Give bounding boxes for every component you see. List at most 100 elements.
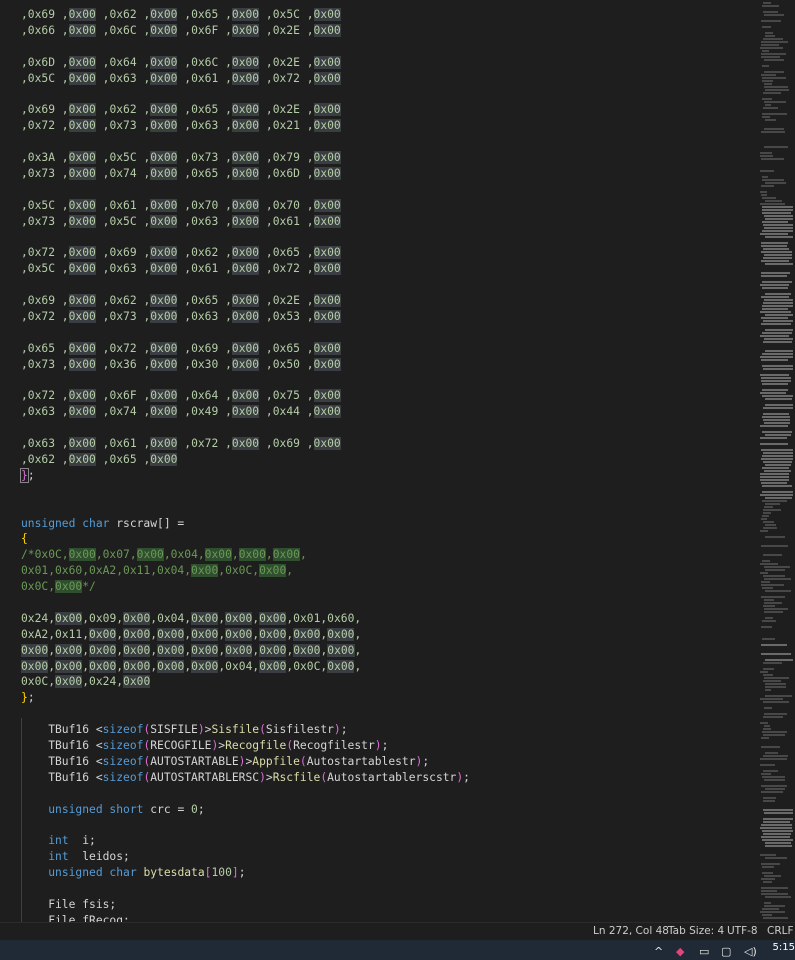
code-line[interactable]: int leidos; (21, 849, 470, 865)
hex-line[interactable]: ,0x5C ,0x00 ,0x61 ,0x00 ,0x70 ,0x00 ,0x7… (21, 198, 470, 214)
hex-line[interactable] (21, 372, 470, 388)
minimap-line (760, 479, 789, 481)
hex-line[interactable]: ,0x65 ,0x00 ,0x72 ,0x00 ,0x69 ,0x00 ,0x6… (21, 341, 470, 357)
hex-line[interactable] (21, 39, 470, 55)
comment-line[interactable]: /*0x0C,0x00,0x07,0x00,0x04,0x00,0x00,0x0… (21, 547, 470, 563)
code-line[interactable]: unsigned char bytesdata[100]; (21, 865, 470, 881)
hex-value: ,0x6F , (184, 23, 232, 37)
comment-line[interactable]: 0x0C,0x00*/ (21, 579, 470, 595)
code-line[interactable]: }; (21, 690, 470, 706)
hex-zero-highlight: 0x00 (68, 309, 96, 323)
array-token: 0x00 (191, 627, 219, 641)
blank-line[interactable] (21, 786, 470, 802)
hex-line[interactable]: ,0x62 ,0x00 ,0x65 ,0x00 (21, 452, 470, 468)
minimap-line (765, 689, 771, 691)
hex-line[interactable]: ,0x69 ,0x00 ,0x62 ,0x00 ,0x65 ,0x00 ,0x5… (21, 7, 470, 23)
clock[interactable]: 5:15 (773, 942, 795, 953)
blank-line[interactable] (21, 500, 470, 516)
hex-line[interactable] (21, 182, 470, 198)
identifier: File fRecog; (21, 913, 130, 922)
array-token: , (48, 643, 56, 657)
encoding-indicator[interactable]: UTF-8 (727, 925, 758, 937)
minimap-line (765, 503, 780, 505)
hex-line[interactable] (21, 325, 470, 341)
hex-value: ,0x62 , (21, 452, 69, 466)
hex-line[interactable]: ,0x73 ,0x00 ,0x5C ,0x00 ,0x63 ,0x00 ,0x6… (21, 214, 470, 230)
hex-line[interactable]: ,0x72 ,0x00 ,0x69 ,0x00 ,0x62 ,0x00 ,0x6… (21, 245, 470, 261)
tbuf-line[interactable]: TBuf16 <sizeof(AUTOSTARTABLERSC)>Rscfile… (21, 770, 470, 786)
comment-token: 0x00 (136, 548, 164, 562)
hex-line[interactable]: ,0x63 ,0x00 ,0x74 ,0x00 ,0x49 ,0x00 ,0x4… (21, 404, 470, 420)
app-tray-icon[interactable]: ◆ (676, 945, 684, 958)
tbuf-line[interactable]: TBuf16 <sizeof(RECOGFILE)>Recogfile(Reco… (21, 738, 470, 754)
blank-line[interactable] (21, 706, 470, 722)
minimap-line (760, 374, 789, 376)
hex-line[interactable]: ,0x72 ,0x00 ,0x73 ,0x00 ,0x63 ,0x00 ,0x5… (21, 309, 470, 325)
network-icon[interactable]: ▭ (699, 945, 709, 958)
hex-line[interactable] (21, 229, 470, 245)
minimap-line (764, 905, 785, 907)
array-line[interactable]: 0xA2,0x11,0x00,0x00,0x00,0x00,0x00,0x00,… (21, 627, 470, 643)
hex-line[interactable] (21, 420, 470, 436)
hex-line[interactable]: ,0x73 ,0x00 ,0x74 ,0x00 ,0x65 ,0x00 ,0x6… (21, 166, 470, 182)
tab-size-indicator[interactable]: Tab Size: 4 (668, 925, 724, 937)
hex-value: ,0x2E , (265, 23, 314, 37)
minimap-line (760, 233, 788, 235)
code-text[interactable]: ,0x69 ,0x00 ,0x62 ,0x00 ,0x65 ,0x00 ,0x5… (20, 7, 470, 922)
hex-line[interactable]: ,0x6D ,0x00 ,0x64 ,0x00 ,0x6C ,0x00 ,0x2… (21, 55, 470, 71)
macro-name: SISFILE (150, 723, 198, 737)
comment-token: , (265, 548, 273, 562)
code-line[interactable]: }; (20, 467, 470, 484)
comment-line[interactable]: 0x01,0x60,0xA2,0x11,0x04,0x00,0x0C,0x00, (21, 563, 470, 579)
tbuf-line[interactable]: TBuf16 <sizeof(SISFILE)>Sisfile(Sisfiles… (21, 722, 470, 738)
hex-line[interactable]: ,0x5C ,0x00 ,0x63 ,0x00 ,0x61 ,0x00 ,0x7… (21, 261, 470, 277)
blank-line[interactable] (21, 817, 470, 833)
hex-line[interactable]: ,0x63 ,0x00 ,0x61 ,0x00 ,0x72 ,0x00 ,0x6… (21, 436, 470, 452)
display-icon[interactable]: ▢ (721, 945, 731, 958)
hex-line[interactable] (21, 134, 470, 150)
code-line[interactable]: File fsis; (21, 897, 470, 913)
volume-icon[interactable]: ◁) (744, 945, 757, 958)
code-line[interactable]: File fRecog; (21, 913, 470, 922)
minimap-line (762, 638, 775, 640)
array-token: 0x00 (191, 611, 219, 625)
blank-line[interactable] (21, 881, 470, 897)
code-line[interactable]: unsigned short crc = 0; (21, 802, 470, 818)
minimap[interactable] (758, 0, 795, 922)
array-line[interactable]: 0x00,0x00,0x00,0x00,0x00,0x00,0x04,0x00,… (21, 659, 470, 675)
hex-line[interactable]: ,0x73 ,0x00 ,0x36 ,0x00 ,0x30 ,0x00 ,0x5… (21, 357, 470, 373)
blank-line[interactable] (21, 595, 470, 611)
code-line[interactable]: unsigned char rscraw[] = (21, 516, 470, 532)
minimap-line (763, 554, 782, 556)
hex-line[interactable]: ,0x3A ,0x00 ,0x5C ,0x00 ,0x73 ,0x00 ,0x7… (21, 150, 470, 166)
hex-zero-highlight: 0x00 (231, 389, 260, 403)
cursor-position[interactable]: Ln 272, Col 48 (593, 925, 669, 937)
hex-zero-highlight: 0x00 (68, 151, 96, 165)
hex-line[interactable]: ,0x69 ,0x00 ,0x62 ,0x00 ,0x65 ,0x00 ,0x2… (21, 102, 470, 118)
hex-line[interactable] (21, 86, 470, 102)
tbuf-line[interactable]: TBuf16 <sizeof(AUTOSTARTABLE)>Appfile(Au… (21, 754, 470, 770)
code-editor[interactable]: ,0x69 ,0x00 ,0x62 ,0x00 ,0x65 ,0x00 ,0x5… (0, 0, 758, 922)
minimap-line (763, 2, 771, 4)
eol-indicator[interactable]: CRLF (767, 925, 794, 937)
hex-line[interactable]: ,0x69 ,0x00 ,0x62 ,0x00 ,0x65 ,0x00 ,0x2… (21, 293, 470, 309)
minimap-line (765, 329, 793, 331)
minimap-line (762, 116, 770, 118)
hex-line[interactable]: ,0x66 ,0x00 ,0x6C ,0x00 ,0x6F ,0x00 ,0x2… (21, 23, 470, 39)
minimap-line (763, 302, 793, 304)
hex-line[interactable]: ,0x5C ,0x00 ,0x63 ,0x00 ,0x61 ,0x00 ,0x7… (21, 71, 470, 87)
minimap-line (763, 509, 781, 511)
code-line[interactable]: int i; (21, 833, 470, 849)
hex-line[interactable]: ,0x72 ,0x00 ,0x73 ,0x00 ,0x63 ,0x00 ,0x2… (21, 118, 470, 134)
code-line[interactable]: { (21, 531, 470, 547)
minimap-line (762, 332, 792, 334)
chevron-up-icon[interactable]: ^ (654, 945, 663, 958)
array-line[interactable]: 0x0C,0x00,0x24,0x00 (21, 674, 470, 690)
array-line[interactable]: 0x24,0x00,0x09,0x00,0x04,0x00,0x00,0x00,… (21, 611, 470, 627)
hex-line[interactable]: ,0x72 ,0x00 ,0x6F ,0x00 ,0x64 ,0x00 ,0x7… (21, 388, 470, 404)
array-line[interactable]: 0x00,0x00,0x00,0x00,0x00,0x00,0x00,0x00,… (21, 643, 470, 659)
blank-line[interactable] (21, 484, 470, 500)
hex-line[interactable] (21, 277, 470, 293)
hex-value: ,0x65 , (265, 246, 314, 260)
